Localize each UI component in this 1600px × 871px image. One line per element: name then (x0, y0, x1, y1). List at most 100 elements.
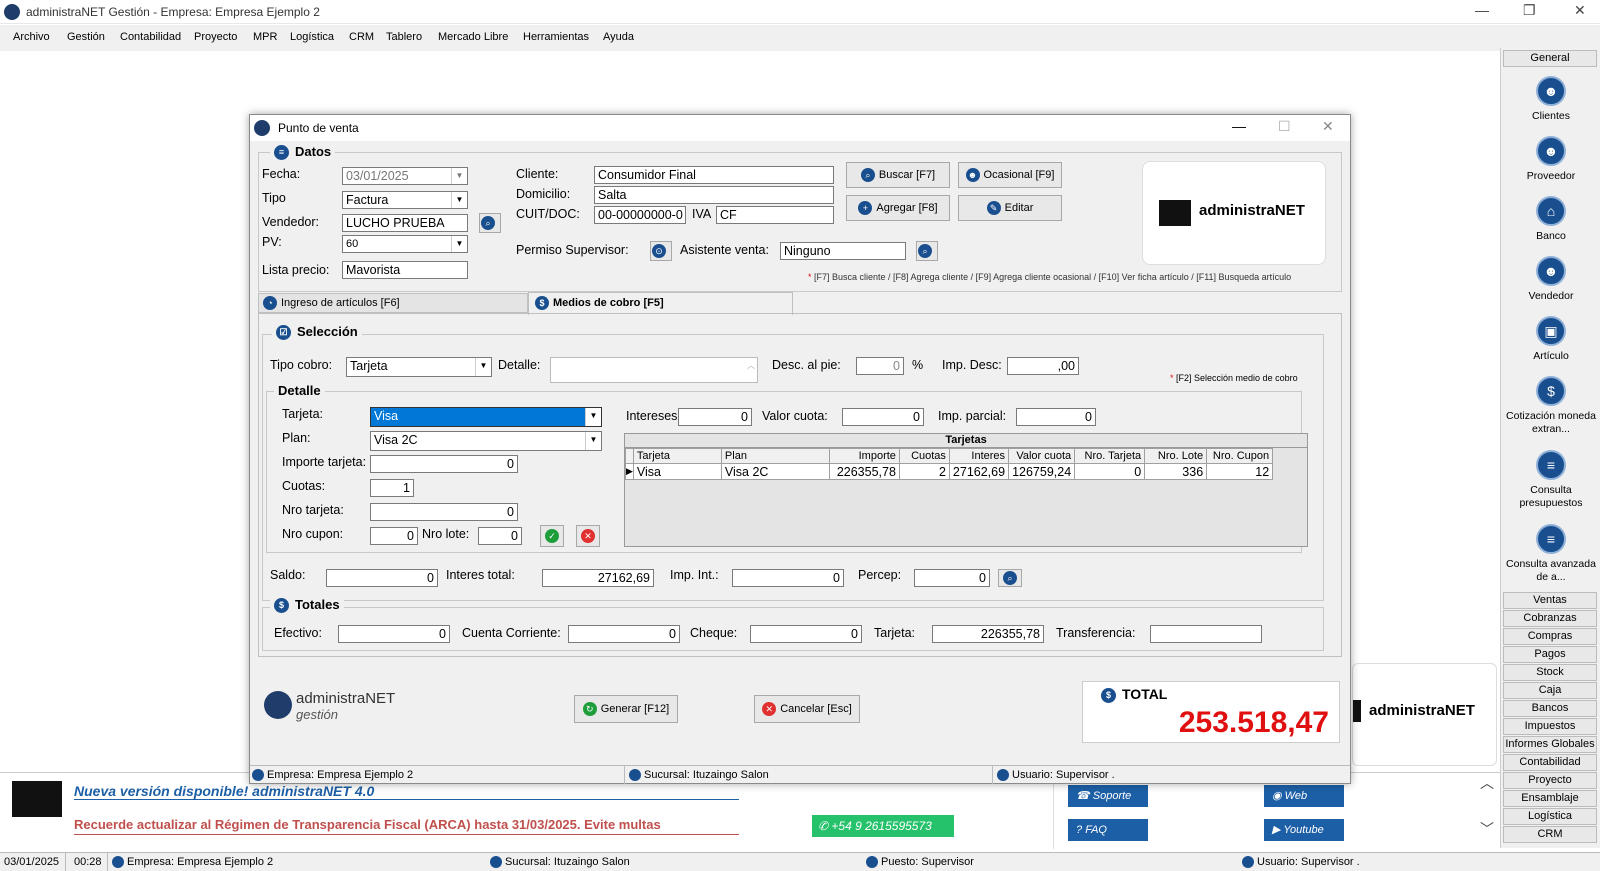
transferencia-field[interactable] (1150, 625, 1262, 643)
news-title[interactable]: Nueva versión disponible! administraNET … (74, 783, 739, 800)
sidebar-btn-compras[interactable]: Compras (1503, 628, 1597, 645)
sidebar-btn-stock[interactable]: Stock (1503, 664, 1597, 681)
window-maximize-icon[interactable]: ☐ (1278, 118, 1291, 135)
restore-icon[interactable]: ❐ (1523, 2, 1536, 19)
sidebar-item-consulta-avanzada[interactable]: ≡ Consulta avanzada de a... (1501, 524, 1600, 584)
web-link[interactable]: ◉ Web (1264, 785, 1344, 807)
menu-ayuda[interactable]: Ayuda (603, 31, 634, 43)
minimize-icon[interactable]: — (1475, 2, 1489, 18)
sidebar-btn-proyecto[interactable]: Proyecto (1503, 772, 1597, 789)
generar-button[interactable]: ↻ Generar [F12] (574, 695, 678, 723)
editar-cliente-button[interactable]: ✎ Editar (958, 195, 1062, 221)
percep-search-button[interactable]: ⌕ (998, 569, 1022, 587)
cell-nro-cupon[interactable]: 12 (1206, 463, 1274, 480)
intereses-field[interactable]: 0 (678, 408, 752, 426)
menu-herramientas[interactable]: Herramientas (523, 31, 589, 43)
sidebar-item-vendedor[interactable]: ☻ Vendedor (1501, 256, 1600, 303)
col-interes[interactable]: Interes (948, 448, 1010, 464)
buscar-cliente-button[interactable]: ⌕ Buscar [F7] (846, 162, 950, 188)
sidebar-btn-bancos[interactable]: Bancos (1503, 700, 1597, 717)
menu-crm[interactable]: CRM (349, 31, 374, 43)
interes-total-field[interactable]: 27162,69 (542, 569, 654, 587)
detalle-scroll-icon[interactable]: ︿ (747, 358, 755, 373)
menu-contabilidad[interactable]: Contabilidad (120, 31, 181, 43)
cell-importe[interactable]: 226355,78 (828, 463, 900, 480)
col-nro-cupon[interactable]: Nro. Cupon (1206, 448, 1274, 464)
cuotas-field[interactable]: 1 (370, 479, 414, 497)
detalle-textarea[interactable]: ︿ (550, 357, 758, 383)
totales-tarjeta-field[interactable]: 226355,78 (932, 625, 1044, 643)
menu-proyecto[interactable]: Proyecto (194, 31, 237, 43)
window-close-icon[interactable]: ✕ (1322, 118, 1334, 135)
cancel-card-button[interactable]: ✕ (576, 525, 600, 547)
sidebar-item-proveedor[interactable]: ☻ Proveedor (1501, 136, 1600, 183)
desc-pie-field[interactable]: 0 (856, 357, 904, 375)
col-nro-lote[interactable]: Nro. Lote (1144, 448, 1208, 464)
efectivo-field[interactable]: 0 (338, 625, 450, 643)
plan-select[interactable]: Visa 2C ▼ (370, 431, 602, 451)
cliente-field[interactable]: Consumidor Final (594, 166, 834, 184)
menu-archivo[interactable]: Archivo (13, 31, 50, 43)
cell-cuotas[interactable]: 2 (898, 463, 950, 480)
asistente-search-button[interactable]: ⌕ (916, 241, 938, 261)
tab-medios-cobro[interactable]: $ Medios de cobro [F5] (528, 292, 793, 315)
window-minimize-icon[interactable]: — (1232, 118, 1246, 134)
confirm-card-button[interactable]: ✓ (540, 525, 564, 547)
sidebar-btn-caja[interactable]: Caja (1503, 682, 1597, 699)
sidebar-btn-informes[interactable]: Informes Globales (1503, 736, 1597, 753)
sidebar-btn-ensamblaje[interactable]: Ensamblaje (1503, 790, 1597, 807)
tipo-cobro-select[interactable]: Tarjeta ▼ (346, 357, 492, 377)
pv-select[interactable]: 60 ▼ (342, 235, 468, 253)
cell-interes[interactable]: 27162,69 (948, 463, 1010, 480)
importe-tarjeta-field[interactable]: 0 (370, 455, 518, 473)
valor-cuota-field[interactable]: 0 (842, 408, 924, 426)
tarjeta-dropdown-icon[interactable]: ▼ (585, 408, 601, 426)
menu-tablero[interactable]: Tablero (386, 31, 422, 43)
sidebar-btn-crm[interactable]: CRM (1503, 826, 1597, 843)
tipo-dropdown-icon[interactable]: ▼ (451, 192, 467, 208)
sidebar-item-banco[interactable]: ⌂ Banco (1501, 196, 1600, 243)
sidebar-btn-ventas[interactable]: Ventas (1503, 592, 1597, 609)
menu-mpr[interactable]: MPR (253, 31, 277, 43)
menu-gestion[interactable]: Gestión (67, 31, 105, 43)
percep-field[interactable]: 0 (914, 569, 990, 587)
sidebar-item-clientes[interactable]: ☻ Clientes (1501, 76, 1600, 123)
fecha-field[interactable]: 03/01/2025 ▼ (342, 167, 468, 185)
faq-link[interactable]: ? FAQ (1068, 819, 1148, 841)
sidebar-item-articulo[interactable]: ▣ Artículo (1501, 316, 1600, 363)
lista-precio-field[interactable]: Mavorista (342, 261, 468, 279)
tipo-select[interactable]: Factura ▼ (342, 191, 468, 209)
sidebar-btn-pagos[interactable]: Pagos (1503, 646, 1597, 663)
youtube-link[interactable]: ▶ Youtube (1264, 819, 1344, 841)
cheque-field[interactable]: 0 (750, 625, 862, 643)
whatsapp-button[interactable]: ✆ +54 9 2615595573 (812, 815, 954, 837)
fecha-dropdown-icon[interactable]: ▼ (451, 168, 467, 184)
asistente-venta-field[interactable]: Ninguno (780, 242, 906, 260)
soporte-link[interactable]: ☎ Soporte (1068, 785, 1148, 807)
sidebar-btn-logistica[interactable]: Logística (1503, 808, 1597, 825)
tipo-cobro-dropdown-icon[interactable]: ▼ (475, 358, 491, 376)
cuit-field[interactable]: 00-00000000-0 (594, 206, 686, 224)
iva-field[interactable]: CF (716, 206, 834, 224)
news-arca[interactable]: Recuerde actualizar al Régimen de Transp… (74, 817, 739, 835)
col-tarjeta[interactable]: Tarjeta (632, 448, 722, 464)
sidebar-btn-contabilidad[interactable]: Contabilidad (1503, 754, 1597, 771)
col-plan[interactable]: Plan (720, 448, 830, 464)
menu-mercado-libre[interactable]: Mercado Libre (438, 31, 508, 43)
saldo-field[interactable]: 0 (326, 569, 438, 587)
cancelar-button[interactable]: ✕ Cancelar [Esc] (754, 695, 860, 723)
scroll-down-icon[interactable]: ﹀ (1480, 819, 1494, 839)
pv-dropdown-icon[interactable]: ▼ (451, 236, 467, 252)
domicilio-field[interactable]: Salta (594, 186, 834, 204)
col-importe[interactable]: Importe (828, 448, 900, 464)
cell-valor-cuota[interactable]: 126759,24 (1008, 463, 1076, 480)
menu-logistica[interactable]: Logística (290, 31, 334, 43)
tarjeta-select[interactable]: Visa ▼ (370, 407, 602, 427)
col-valor-cuota[interactable]: Valor cuota (1008, 448, 1076, 464)
plan-dropdown-icon[interactable]: ▼ (585, 432, 601, 450)
vendedor-search-button[interactable]: ⌕ (479, 213, 501, 233)
permiso-supervisor-button[interactable]: ⊙ (650, 241, 672, 261)
imp-parcial-field[interactable]: 0 (1016, 408, 1096, 426)
nro-tarjeta-field[interactable]: 0 (370, 503, 518, 521)
imp-desc-field[interactable]: ,00 (1007, 357, 1079, 375)
